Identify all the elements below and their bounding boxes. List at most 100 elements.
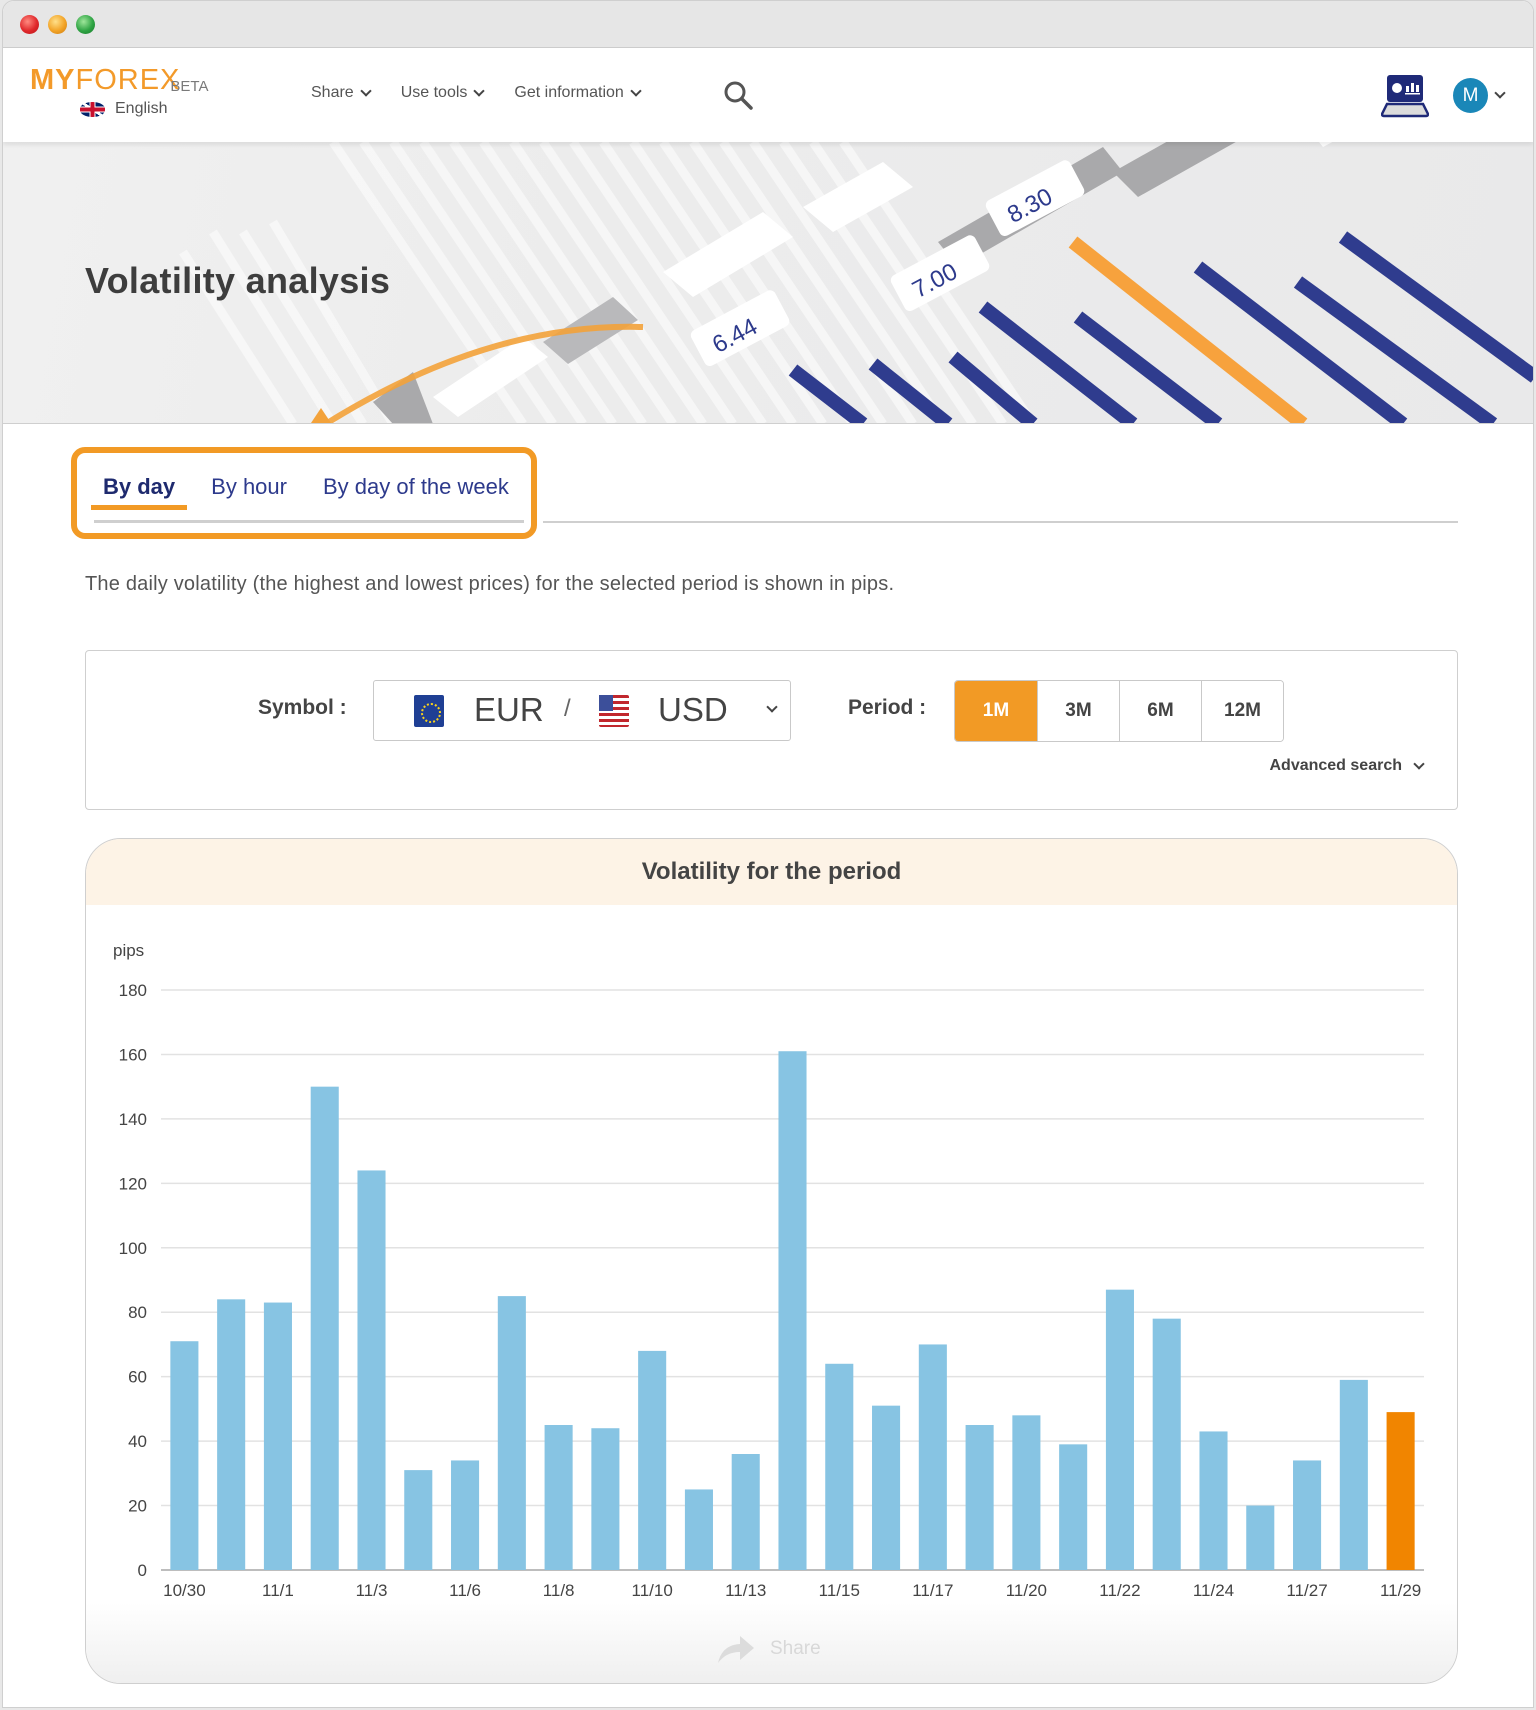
x-tick-label: 11/8 <box>543 1581 575 1600</box>
chevron-down-icon[interactable] <box>1494 87 1506 99</box>
bar-11-3[interactable] <box>357 1170 386 1570</box>
filter-panel: Symbol : EUR / USD Period : 1M 3M 6M 12M… <box>85 650 1458 810</box>
pair-separator: / <box>564 695 571 722</box>
symbol-select[interactable]: EUR / USD <box>373 680 791 741</box>
tab-by-hour[interactable]: By hour <box>199 474 299 510</box>
chevron-down-icon <box>360 84 372 97</box>
maximize-window-button[interactable] <box>76 15 95 34</box>
x-tick-label: 11/3 <box>356 1581 388 1600</box>
chevron-down-icon <box>1413 757 1425 770</box>
y-tick-label: 140 <box>119 1110 147 1129</box>
language-selector[interactable]: English <box>80 100 167 118</box>
y-tick-label: 180 <box>119 981 147 1000</box>
bar-11-9[interactable] <box>591 1428 620 1570</box>
bar-11-1[interactable] <box>263 1302 292 1570</box>
y-tick-label: 0 <box>138 1561 147 1580</box>
page-description: The daily volatility (the highest and lo… <box>85 573 895 595</box>
bar-11-5[interactable] <box>404 1470 433 1570</box>
beta-badge: BETA <box>170 78 209 95</box>
bar-11-6[interactable] <box>451 1460 480 1570</box>
bar-11-29[interactable] <box>1386 1412 1415 1570</box>
bar-11-17[interactable] <box>918 1344 947 1570</box>
tab-by-day-of-week[interactable]: By day of the week <box>311 474 521 510</box>
logo-bold-text: MY <box>30 64 76 96</box>
pc-chart-icon[interactable] <box>1381 74 1429 118</box>
nav-get-information-label: Get information <box>514 84 624 101</box>
x-tick-label: 11/15 <box>819 1581 860 1600</box>
search-icon[interactable] <box>723 80 753 110</box>
bar-11-14[interactable] <box>778 1051 807 1570</box>
period-1m-button[interactable]: 1M <box>955 681 1037 741</box>
x-tick-label: 11/10 <box>632 1581 673 1600</box>
symbol-label: Symbol : <box>258 696 347 719</box>
bar-11-20[interactable] <box>1012 1415 1041 1570</box>
close-window-button[interactable] <box>20 15 39 34</box>
bar-11-27[interactable] <box>1293 1460 1322 1570</box>
us-flag-icon <box>599 695 629 727</box>
y-tick-label: 60 <box>128 1368 147 1387</box>
tab-list: By day By hour By day of the week <box>91 474 533 510</box>
browser-window: MYFOREX BETA English Share Use tools Get… <box>2 0 1534 1708</box>
main-nav: Share Use tools Get information <box>311 84 642 102</box>
y-tick-label: 120 <box>119 1174 147 1193</box>
bar-11-15[interactable] <box>825 1363 854 1570</box>
bar-11-21[interactable] <box>1059 1444 1088 1570</box>
bar-11-23[interactable] <box>1152 1318 1181 1570</box>
x-tick-label: 10/30 <box>163 1581 206 1600</box>
x-tick-label: 11/22 <box>1099 1581 1140 1600</box>
advanced-search-toggle[interactable]: Advanced search <box>1269 757 1425 775</box>
bar-11-19[interactable] <box>965 1425 994 1570</box>
x-tick-label: 11/24 <box>1193 1581 1234 1600</box>
period-12m-button[interactable]: 12M <box>1201 681 1283 741</box>
y-axis-label: pips <box>113 941 144 960</box>
chevron-down-icon <box>473 84 486 97</box>
bar-11-8[interactable] <box>544 1425 573 1570</box>
bar-11-22[interactable] <box>1105 1289 1134 1570</box>
bar-10-31[interactable] <box>217 1299 246 1570</box>
page-title: Volatility analysis <box>85 260 391 301</box>
tabs-underline <box>94 520 524 523</box>
bar-11-24[interactable] <box>1199 1431 1228 1570</box>
minimize-window-button[interactable] <box>48 15 67 34</box>
nav-use-tools-label: Use tools <box>400 84 468 101</box>
chevron-down-icon <box>630 84 642 97</box>
chevron-down-icon <box>766 701 778 713</box>
title-bar <box>3 1 1533 48</box>
y-tick-label: 20 <box>128 1497 147 1516</box>
tabs-divider <box>543 521 1458 523</box>
volatility-bar-chart: pips 0 20 40 60 80 100 120 140 160 180 10/30 11/1 1… <box>113 941 1424 1600</box>
bar-11-16[interactable] <box>872 1405 901 1570</box>
x-tick-label: 11/20 <box>1006 1581 1047 1600</box>
tab-by-day[interactable]: By day <box>91 474 188 510</box>
base-currency: EUR <box>474 691 544 728</box>
bar-11-13[interactable] <box>731 1454 760 1570</box>
bar-11-26[interactable] <box>1246 1505 1275 1570</box>
logo-light-text: FOREX <box>75 64 181 96</box>
nav-share[interactable]: Share <box>311 84 372 102</box>
bar-11-28[interactable] <box>1339 1379 1368 1570</box>
myforex-logo[interactable]: MYFOREX BETA <box>30 64 208 97</box>
share-arrow-icon <box>718 1636 754 1663</box>
user-avatar[interactable]: M <box>1453 78 1488 113</box>
bar-10-30[interactable] <box>170 1341 199 1570</box>
eu-flag-icon <box>414 695 444 727</box>
period-selector: 1M 3M 6M 12M <box>954 680 1284 742</box>
nav-get-information[interactable]: Get information <box>514 84 642 102</box>
y-tick-label: 160 <box>119 1045 147 1064</box>
period-label: Period : <box>848 696 927 719</box>
nav-share-label: Share <box>311 84 354 101</box>
advanced-search-label: Advanced search <box>1269 757 1402 774</box>
share-button[interactable]: Share <box>716 1633 821 1665</box>
bar-11-10[interactable] <box>638 1350 667 1570</box>
uk-flag-icon <box>80 101 105 117</box>
x-tick-label: 11/27 <box>1286 1581 1327 1600</box>
site-header: MYFOREX BETA English Share Use tools Get… <box>3 48 1533 142</box>
period-6m-button[interactable]: 6M <box>1119 681 1201 741</box>
bar-11-7[interactable] <box>497 1296 526 1570</box>
bar-11-2[interactable] <box>310 1086 339 1570</box>
volatility-chart-card: Volatility for the period pips 0 20 40 60 80… <box>85 838 1458 1684</box>
period-3m-button[interactable]: 3M <box>1037 681 1119 741</box>
x-tick-label: 11/6 <box>449 1581 481 1600</box>
bar-11-12[interactable] <box>684 1489 713 1570</box>
nav-use-tools[interactable]: Use tools <box>400 84 486 102</box>
